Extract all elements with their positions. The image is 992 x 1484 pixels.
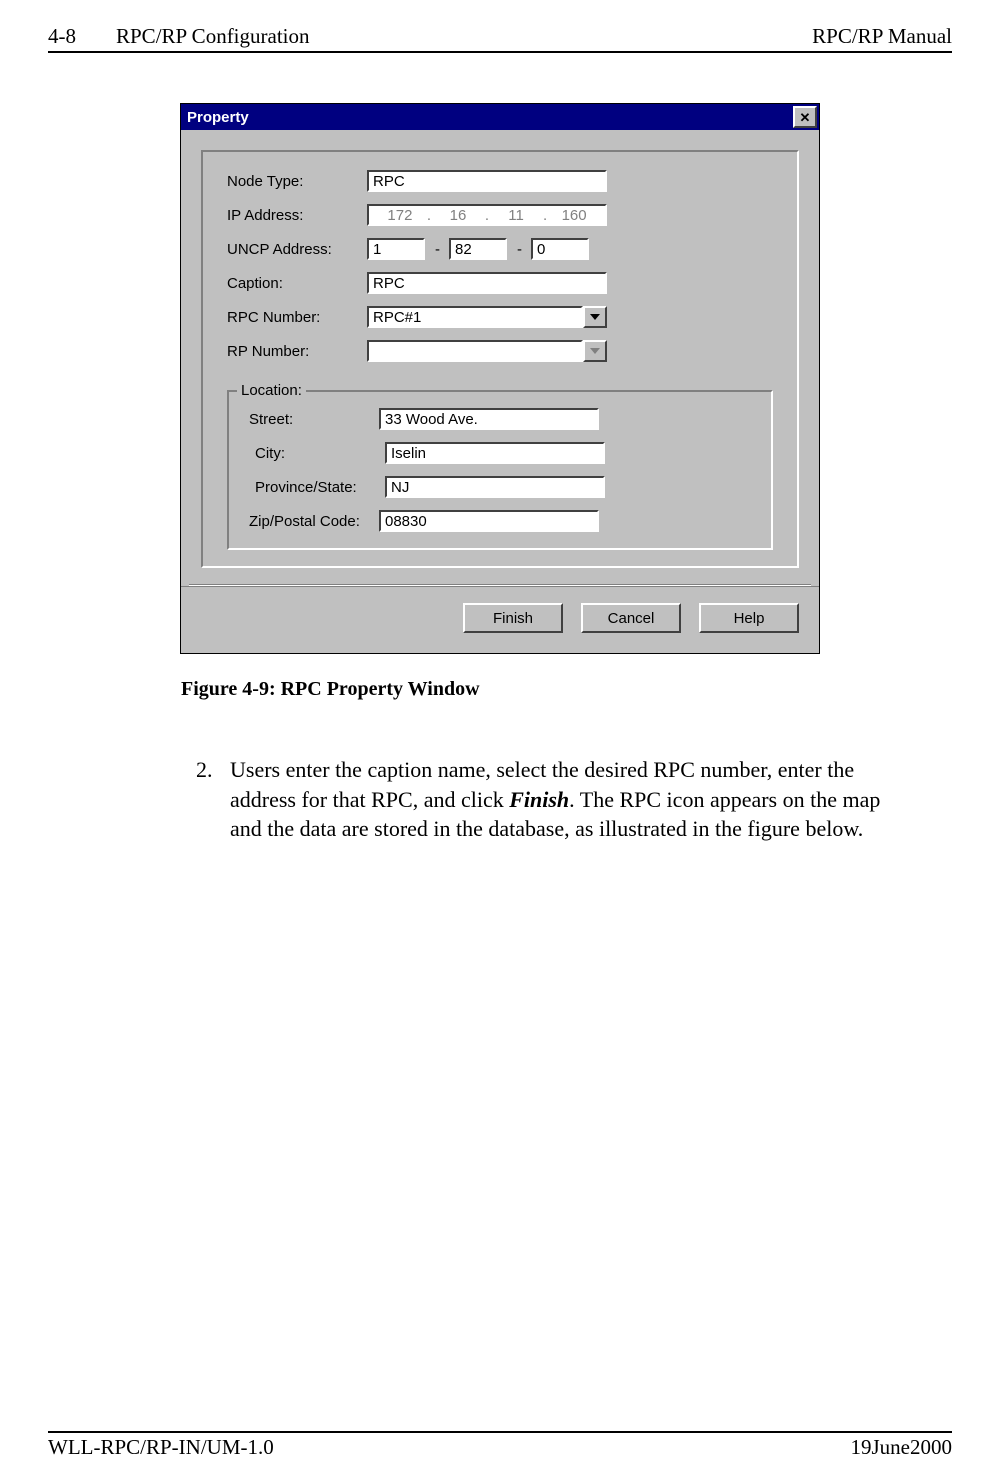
city-field[interactable]: Iselin	[385, 442, 605, 464]
footer-date: 19June2000	[851, 1435, 953, 1460]
form-panel: Node Type: RPC IP Address: 172 . 16 . 11…	[201, 150, 799, 568]
zip-field[interactable]: 08830	[379, 510, 599, 532]
page-header: 4-8 RPC/RP Configuration RPC/RP Manual	[48, 24, 952, 53]
rp-number-label: RP Number:	[227, 343, 367, 360]
uncp-seg2[interactable]: 82	[449, 238, 507, 260]
province-label: Province/State:	[249, 479, 385, 496]
city-label: City:	[249, 445, 385, 462]
cancel-button[interactable]: Cancel	[581, 603, 681, 633]
rpc-number-label: RPC Number:	[227, 309, 367, 326]
ip-address-field: 172 . 16 . 11 . 160	[367, 204, 607, 226]
button-panel: Finish Cancel Help	[181, 586, 819, 653]
figure-caption: Figure 4-9: RPC Property Window	[181, 678, 819, 701]
doc-title: RPC/RP Manual	[812, 24, 952, 49]
help-button[interactable]: Help	[699, 603, 799, 633]
list-number: 2.	[196, 755, 230, 844]
street-label: Street:	[249, 411, 379, 428]
instruction-text: Users enter the caption name, select the…	[230, 755, 892, 844]
uncp-seg3[interactable]: 0	[531, 238, 589, 260]
province-field[interactable]: NJ	[385, 476, 605, 498]
caption-label: Caption:	[227, 275, 367, 292]
street-field[interactable]: 33 Wood Ave.	[379, 408, 599, 430]
dialog-titlebar[interactable]: Property ✕	[181, 104, 819, 130]
dialog-title: Property	[187, 109, 249, 126]
node-type-label: Node Type:	[227, 173, 367, 190]
location-legend: Location:	[237, 382, 306, 399]
chevron-down-icon	[583, 340, 607, 362]
property-dialog: Property ✕ Node Type: RPC IP Address: 17…	[180, 103, 820, 654]
ip-address-label: IP Address:	[227, 207, 367, 224]
instruction-step: 2. Users enter the caption name, select …	[196, 755, 892, 844]
close-icon[interactable]: ✕	[793, 106, 817, 128]
uncp-address-label: UNCP Address:	[227, 241, 367, 258]
location-fieldset: Location: Street: 33 Wood Ave. City: Ise…	[227, 390, 773, 550]
chevron-down-icon[interactable]	[583, 306, 607, 328]
node-type-field[interactable]: RPC	[367, 170, 607, 192]
rpc-number-select[interactable]: RPC#1	[367, 306, 583, 328]
page-footer: WLL-RPC/RP-IN/UM-1.0 19June2000	[48, 1431, 952, 1460]
page-number: 4-8	[48, 24, 76, 49]
zip-label: Zip/Postal Code:	[249, 513, 379, 530]
section-title: RPC/RP Configuration	[116, 24, 310, 49]
rp-number-select	[367, 340, 583, 362]
caption-field[interactable]: RPC	[367, 272, 607, 294]
finish-button[interactable]: Finish	[463, 603, 563, 633]
footer-doc-id: WLL-RPC/RP-IN/UM-1.0	[48, 1435, 274, 1460]
uncp-seg1[interactable]: 1	[367, 238, 425, 260]
